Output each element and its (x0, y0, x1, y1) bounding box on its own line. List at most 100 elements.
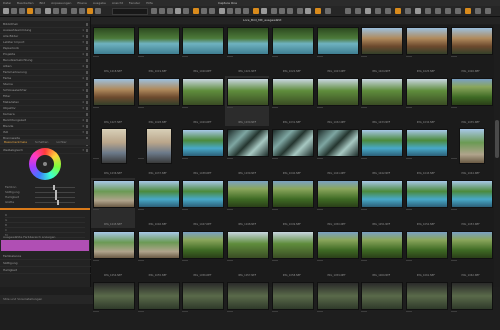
row-menu-icon[interactable] (86, 83, 88, 86)
thumbnail-image[interactable] (271, 231, 314, 259)
thumbnail-image[interactable] (450, 231, 493, 259)
toolbar-tool-icon[interactable] (355, 8, 361, 14)
rating-stars-icon[interactable] (361, 56, 368, 57)
thumbnail-image[interactable] (182, 180, 225, 208)
thumbnail-cell[interactable]: IMG_1036.NEF (91, 127, 135, 177)
rating-stars-icon[interactable] (361, 311, 368, 312)
toolbar-tool-icon[interactable] (365, 8, 371, 14)
rating-stars-icon[interactable] (227, 209, 234, 210)
toolbar-tool-icon[interactable] (435, 8, 441, 14)
thumbnail-image[interactable] (145, 128, 172, 164)
selected-color-swatch[interactable] (1, 240, 89, 251)
rating-stars-icon[interactable] (450, 158, 457, 159)
thumbnail-cell[interactable]: IMG_1028.NEF (136, 76, 180, 126)
row-menu-icon[interactable] (86, 107, 88, 110)
rating-stars-icon[interactable] (93, 311, 99, 312)
thumbnail-cell[interactable]: IMG_1055.NEF (136, 229, 180, 279)
thumbnail-image[interactable] (271, 282, 314, 310)
thumbnail-image[interactable] (93, 231, 135, 259)
row-menu-icon[interactable] (86, 77, 88, 80)
thumbnail-cell[interactable] (404, 280, 448, 330)
row-menu-icon[interactable] (86, 71, 88, 74)
toolbar-tool-icon[interactable] (385, 8, 391, 14)
thumbnail-cell[interactable]: IMG_1062.NEF (449, 229, 493, 279)
toolbar-tool-icon[interactable] (151, 8, 157, 14)
thumbnail-cell[interactable]: IMG_1034.NEF (404, 76, 448, 126)
rating-stars-icon[interactable] (405, 260, 412, 261)
toolbar-tool-icon[interactable] (475, 8, 481, 14)
rating-stars-icon[interactable] (316, 260, 323, 261)
rating-stars-icon[interactable] (361, 158, 368, 159)
rating-stars-icon[interactable] (227, 311, 234, 312)
rating-stars-icon[interactable] (450, 260, 457, 261)
thumbnail-cell[interactable]: IMG_1025.NEF (404, 25, 448, 75)
rating-stars-icon[interactable] (182, 260, 189, 261)
toolbar-tool-icon[interactable] (219, 8, 225, 14)
rating-stars-icon[interactable] (93, 209, 99, 210)
toolbar-tool-icon[interactable] (485, 8, 491, 14)
rating-stars-icon[interactable] (405, 209, 412, 210)
thumbnail-cell[interactable]: IMG_1021.NEF (225, 25, 270, 75)
rating-stars-icon[interactable] (405, 311, 412, 312)
rating-stars-icon[interactable] (361, 107, 368, 108)
rating-stars-icon[interactable] (182, 56, 189, 57)
row-menu-icon[interactable] (86, 125, 88, 128)
thumbnail-cell[interactable] (136, 280, 180, 330)
toolbar-tool-icon[interactable] (315, 8, 321, 14)
toolbar-tool-icon[interactable] (61, 8, 67, 14)
toolbar-tool-icon[interactable] (193, 8, 199, 14)
rating-stars-icon[interactable] (450, 107, 457, 108)
thumbnail-cell[interactable]: IMG_1050.NEF (315, 178, 359, 228)
rating-stars-icon[interactable] (271, 260, 278, 261)
rating-stars-icon[interactable] (227, 56, 234, 57)
thumbnail-cell[interactable] (91, 280, 135, 330)
thumbnail-cell[interactable] (180, 280, 225, 330)
toolbar-tool-icon[interactable] (175, 8, 181, 14)
slider-track[interactable] (35, 202, 75, 203)
thumbnail-image[interactable] (361, 129, 404, 157)
rating-stars-icon[interactable] (93, 107, 99, 108)
rating-stars-icon[interactable] (137, 107, 144, 108)
toolbar-tool-icon[interactable] (445, 8, 451, 14)
thumbnail-cell[interactable]: IMG_1031.NEF (270, 76, 314, 126)
thumbnail-image[interactable] (137, 180, 180, 208)
thumbnail-image[interactable] (271, 129, 314, 157)
toolbar-tool-icon[interactable] (455, 8, 461, 14)
thumbnail-image[interactable] (93, 282, 135, 310)
thumbnail-image[interactable] (137, 78, 180, 106)
tab-schatten[interactable]: Schatten (31, 139, 52, 145)
thumbnail-image[interactable] (137, 282, 180, 310)
thumbnail-image[interactable] (458, 128, 485, 164)
browser-scrollbar[interactable] (494, 25, 500, 287)
toolbar-tool-icon[interactable] (305, 8, 311, 14)
toolbar-tool-icon[interactable] (253, 8, 259, 14)
thumbnail-cell[interactable]: IMG_1019.NEF (136, 25, 180, 75)
rating-stars-icon[interactable] (405, 56, 412, 57)
rating-stars-icon[interactable] (271, 311, 278, 312)
row-menu-icon[interactable] (86, 41, 88, 44)
thumbnail-cell[interactable]: IMG_1045.NEF (91, 178, 135, 228)
toolbar-tool-icon[interactable] (415, 8, 421, 14)
toolbar-tool-icon[interactable] (53, 8, 59, 14)
toolbar-tool-icon[interactable] (287, 8, 293, 14)
slider-knob[interactable] (57, 200, 59, 205)
thumbnail-image[interactable] (137, 231, 180, 259)
thumbnail-image[interactable] (361, 180, 404, 208)
thumbnail-cell[interactable]: IMG_1039.NEF (225, 127, 270, 177)
thumbnail-cell[interactable]: IMG_1022.NEF (270, 25, 314, 75)
tab-lichter[interactable]: Lichter (52, 139, 70, 145)
toolbar-tool-icon[interactable] (227, 8, 233, 14)
toolbar-tool-icon[interactable] (325, 8, 331, 14)
thumbnail-image[interactable] (227, 78, 270, 106)
row-menu-icon[interactable] (86, 29, 88, 32)
toolbar-tool-icon[interactable] (35, 8, 41, 14)
thumbnail-cell[interactable]: IMG_1060.NEF (359, 229, 404, 279)
toolbar-tool-icon[interactable] (261, 8, 267, 14)
rating-stars-icon[interactable] (93, 158, 99, 159)
thumbnail-cell[interactable]: IMG_1052.NEF (404, 178, 448, 228)
rating-stars-icon[interactable] (316, 56, 323, 57)
thumbnail-cell[interactable]: IMG_1020.NEF (180, 25, 225, 75)
toolbar-tool-icon[interactable] (375, 8, 381, 14)
thumbnail-cell[interactable] (359, 280, 404, 330)
thumbnail-image[interactable] (316, 27, 359, 55)
